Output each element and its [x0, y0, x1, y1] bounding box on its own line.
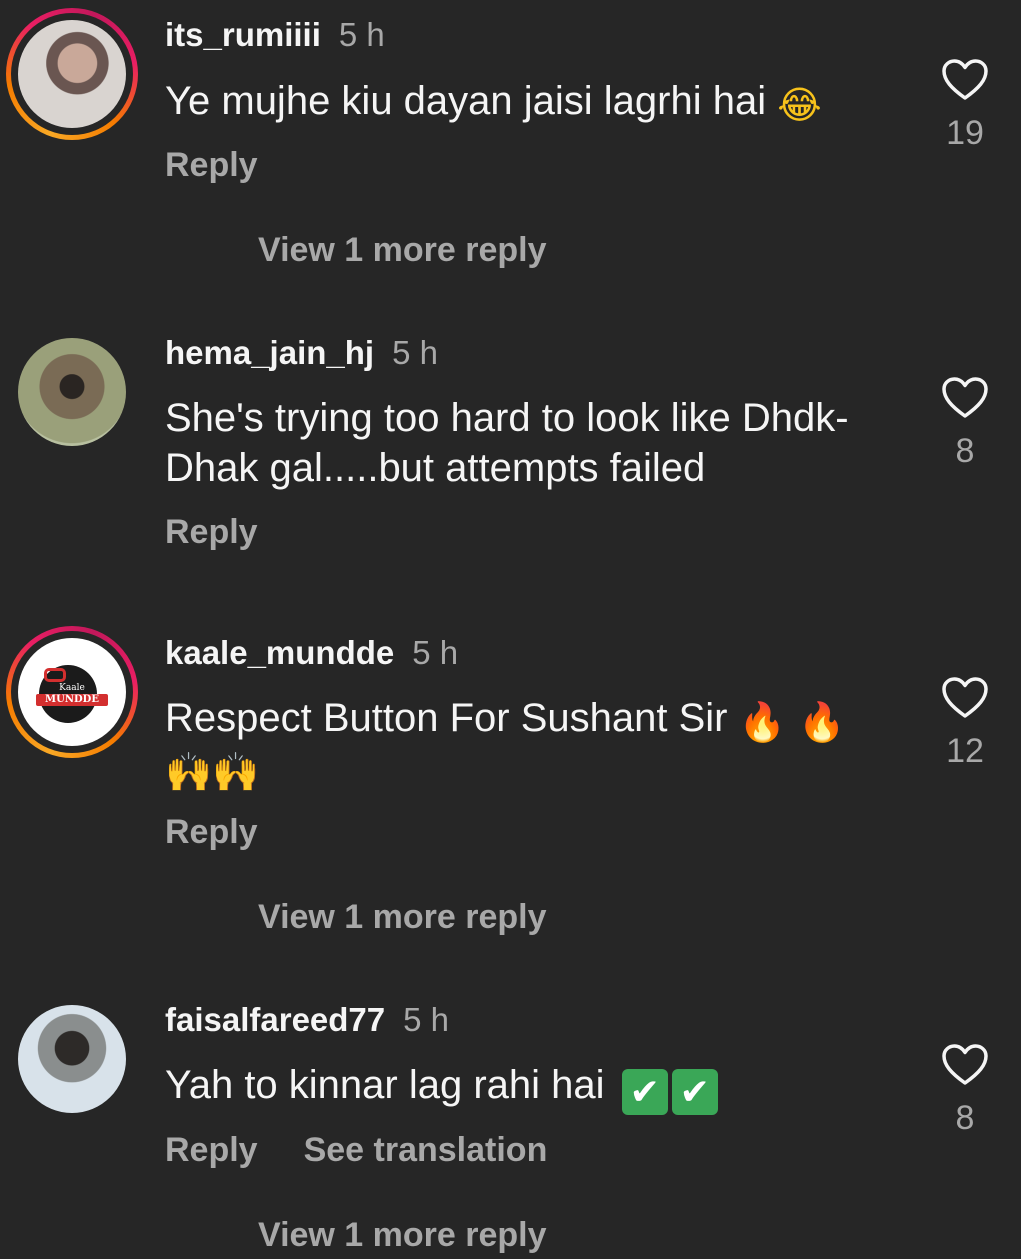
laughing-emoji-icon: 😂	[777, 83, 822, 127]
comment-text: She's trying too hard to look like Dhdk-…	[165, 396, 849, 490]
like-column: 8	[920, 1043, 1010, 1138]
heart-outline-icon[interactable]	[941, 676, 989, 720]
like-count: 12	[946, 732, 984, 770]
profile-photo	[18, 338, 126, 446]
avatar[interactable]	[18, 338, 126, 446]
like-count: 8	[955, 1099, 975, 1137]
reply-button[interactable]: Reply	[165, 1131, 258, 1169]
username-link[interactable]: faisalfareed77	[165, 1001, 385, 1038]
comment-actions: Reply	[165, 146, 258, 185]
comment-text: Respect Button For Sushant Sir 🔥 🔥 🙌🙌	[165, 693, 885, 793]
fire-emoji-icon: 🔥 🔥	[738, 700, 846, 744]
comment-text: Ye mujhe kiu dayan jaisi lagrhi hai 😂	[165, 76, 885, 126]
comment-body: Respect Button For Sushant Sir	[165, 696, 728, 740]
comment-timestamp: 5 h	[412, 634, 459, 671]
like-count: 19	[946, 114, 984, 152]
reply-button[interactable]: Reply	[165, 146, 258, 184]
raised-hands-emoji-icon: 🙌🙌	[165, 750, 260, 794]
view-more-replies-button[interactable]: View 1 more reply	[258, 1216, 547, 1255]
logo-main-text: MUNDDE	[45, 694, 99, 705]
username-link[interactable]: hema_jain_hj	[165, 334, 374, 371]
like-column: 8	[920, 376, 1010, 471]
heart-outline-icon[interactable]	[941, 1043, 989, 1087]
comment-timestamp: 5 h	[338, 16, 385, 53]
comment-actions: Reply	[165, 513, 258, 552]
comment-text: Yah to kinnar lag rahi hai ✔ ✔	[165, 1060, 885, 1115]
see-translation-button[interactable]: See translation	[304, 1131, 548, 1169]
profile-photo	[18, 1005, 126, 1113]
comment-body: Yah to kinnar lag rahi hai	[165, 1063, 605, 1107]
view-more-replies-button[interactable]: View 1 more reply	[258, 231, 547, 270]
like-count: 8	[955, 432, 975, 470]
glasses-icon	[44, 668, 66, 682]
like-column: 19	[920, 58, 1010, 153]
check-mark-emoji-icon: ✔	[671, 1069, 718, 1115]
comment-timestamp: 5 h	[403, 1001, 450, 1038]
comment-username[interactable]: kaale_mundde 5 h	[165, 634, 458, 672]
comment-timestamp: 5 h	[392, 334, 438, 371]
avatar[interactable]	[6, 8, 138, 140]
comment-username[interactable]: hema_jain_hj 5 h	[165, 334, 438, 372]
check-mark-emoji-icon: ✔	[621, 1069, 668, 1115]
heart-outline-icon[interactable]	[941, 376, 989, 420]
logo-small-text: Kaale	[59, 683, 85, 693]
avatar[interactable]: Kaale MUNDDE	[6, 626, 138, 758]
comment-body: Ye mujhe kiu dayan jaisi lagrhi hai	[165, 79, 767, 123]
heart-outline-icon[interactable]	[941, 58, 989, 102]
avatar[interactable]	[18, 1005, 126, 1113]
profile-photo	[18, 20, 126, 128]
reply-button[interactable]: Reply	[165, 513, 258, 551]
comment-username[interactable]: faisalfareed77 5 h	[165, 1001, 449, 1039]
profile-photo: Kaale MUNDDE	[18, 638, 126, 746]
comment-actions: Reply See translation	[165, 1131, 547, 1170]
comment-username[interactable]: its_rumiiii 5 h	[165, 16, 385, 54]
view-more-replies-button[interactable]: View 1 more reply	[258, 898, 547, 937]
reply-button[interactable]: Reply	[165, 813, 258, 851]
like-column: 12	[920, 676, 1010, 771]
comment-actions: Reply	[165, 813, 258, 852]
username-link[interactable]: its_rumiiii	[165, 16, 321, 53]
username-link[interactable]: kaale_mundde	[165, 634, 394, 671]
